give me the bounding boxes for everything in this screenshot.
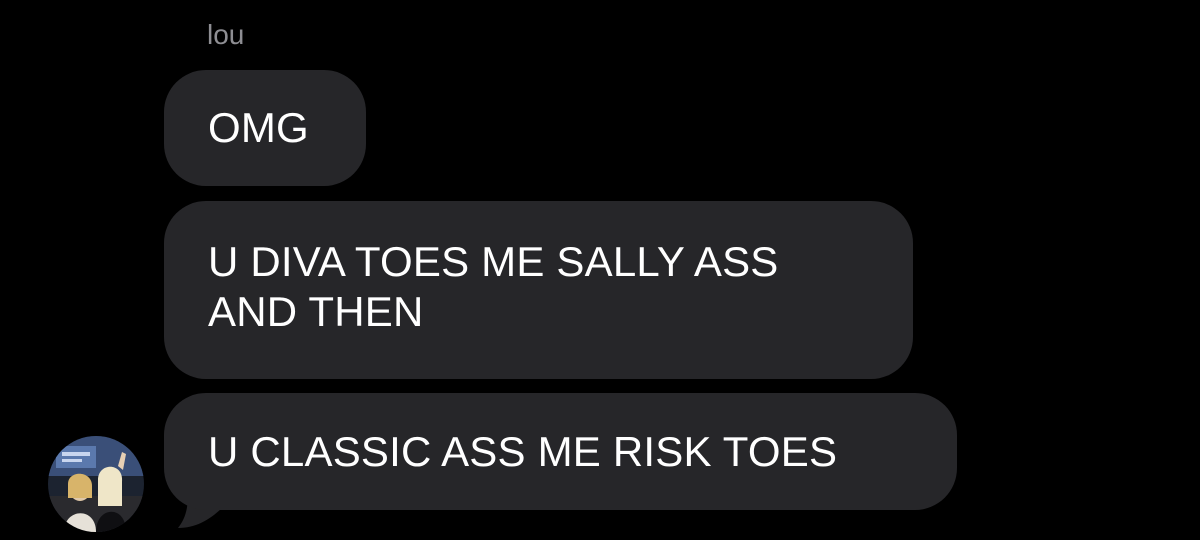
message-bubble[interactable]: U DIVA TOES ME SALLY ASS AND THEN [164,201,913,379]
contact-avatar[interactable] [48,436,144,532]
message-text-line: AND THEN [208,288,424,335]
sender-name: lou [207,19,245,50]
contact-photo-icon [48,436,144,532]
message-bubble[interactable]: U CLASSIC ASS ME RISK TOES [164,393,957,510]
message-text: OMG [208,104,309,151]
message-bubble[interactable]: OMG [164,70,366,186]
message-text: U CLASSIC ASS ME RISK TOES [208,427,838,475]
message-text-line: U DIVA TOES ME SALLY ASS [208,238,779,285]
